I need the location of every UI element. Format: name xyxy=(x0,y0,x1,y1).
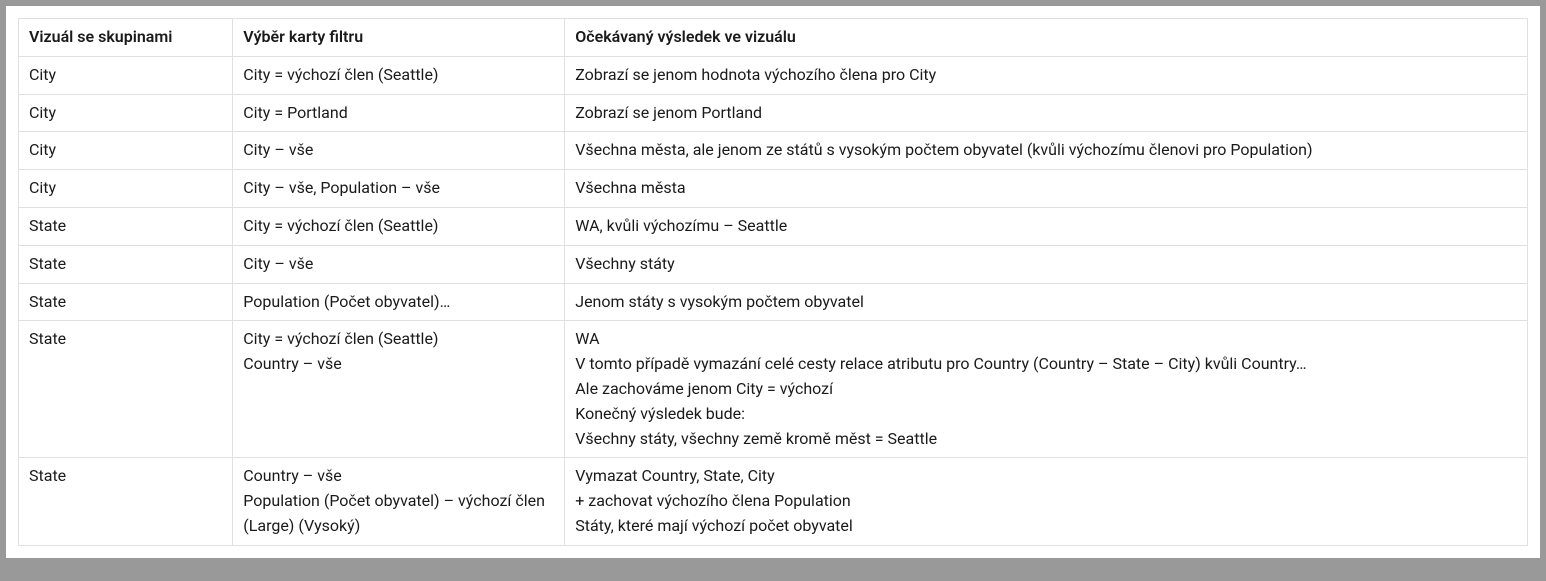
cell-filter: City – vše xyxy=(233,245,565,283)
cell-visual: City xyxy=(19,132,233,170)
cell-filter: City = výchozí člen (Seattle) xyxy=(233,207,565,245)
cell-line: Population (Počet obyvatel) – výchozí čl… xyxy=(243,489,554,539)
cell-filter: Population (Počet obyvatel)… xyxy=(233,283,565,321)
table-body: City City = výchozí člen (Seattle) Zobrazí… xyxy=(19,56,1528,545)
cell-visual: State xyxy=(19,245,233,283)
cell-line: Státy, které mají výchozí počet obyvatel xyxy=(575,514,1517,539)
cell-line: City = výchozí člen (Seattle) xyxy=(243,63,554,88)
cell-filter: City = Portland xyxy=(233,94,565,132)
cell-line: Country – vše xyxy=(243,352,554,377)
cell-result: WA, kvůli výchozímu – Seattle xyxy=(565,207,1528,245)
cell-line: Vymazat Country, State, City xyxy=(575,464,1517,489)
cell-result: Zobrazí se jenom Portland xyxy=(565,94,1528,132)
header-filter: Výběr karty filtru xyxy=(233,19,565,57)
cell-line: Všechny státy xyxy=(575,252,1517,277)
cell-line: City = Portland xyxy=(243,101,554,126)
cell-result: WAV tomto případě vymazání celé cesty re… xyxy=(565,321,1528,458)
cell-line: Všechny státy, všechny země kromě měst =… xyxy=(575,427,1517,452)
cell-result: Všechna města xyxy=(565,170,1528,208)
filter-results-table: Vizuál se skupinami Výběr karty filtru O… xyxy=(18,18,1528,546)
table-row: State City = výchozí člen (Seattle) WA, kv… xyxy=(19,207,1528,245)
table-row: City City – vše Všechna města, ale jenom z… xyxy=(19,132,1528,170)
cell-filter: City = výchozí člen (Seattle)Country – v… xyxy=(233,321,565,458)
cell-line: Všechna města xyxy=(575,176,1517,201)
table-row: State City – vše Všechny státy xyxy=(19,245,1528,283)
cell-visual: State xyxy=(19,207,233,245)
table-row: StateCountry – všePopulation (Počet obyv… xyxy=(19,458,1528,545)
cell-line: V tomto případě vymazání celé cesty rela… xyxy=(575,352,1517,377)
cell-visual: State xyxy=(19,321,233,458)
cell-visual: City xyxy=(19,170,233,208)
cell-line: City = výchozí člen (Seattle) xyxy=(243,327,554,352)
cell-line: Konečný výsledek bude: xyxy=(575,402,1517,427)
cell-line: Zobrazí se jenom Portland xyxy=(575,101,1517,126)
cell-line: Population (Počet obyvatel)… xyxy=(243,290,554,315)
cell-result: Vymazat Country, State, City+ zachovat v… xyxy=(565,458,1528,545)
cell-filter: Country – všePopulation (Počet obyvatel)… xyxy=(233,458,565,545)
cell-visual: City xyxy=(19,56,233,94)
table-row: City City = Portland Zobrazí se jenom Port… xyxy=(19,94,1528,132)
header-result: Očekávaný výsledek ve vizuálu xyxy=(565,19,1528,57)
cell-line: WA xyxy=(575,327,1517,352)
table-row: State Population (Počet obyvatel)… Jenom s… xyxy=(19,283,1528,321)
table-row: StateCity = výchozí člen (Seattle)Countr… xyxy=(19,321,1528,458)
table-header-row: Vizuál se skupinami Výběr karty filtru O… xyxy=(19,19,1528,57)
cell-line: City – vše xyxy=(243,252,554,277)
cell-line: City – vše xyxy=(243,138,554,163)
cell-line: Jenom státy s vysokým počtem obyvatel xyxy=(575,290,1517,315)
cell-result: Zobrazí se jenom hodnota výchozího člena… xyxy=(565,56,1528,94)
cell-line: Ale zachováme jenom City = výchozí xyxy=(575,377,1517,402)
cell-visual: State xyxy=(19,283,233,321)
cell-filter: City = výchozí člen (Seattle) xyxy=(233,56,565,94)
cell-line: City – vše, Population – vše xyxy=(243,176,554,201)
cell-result: Jenom státy s vysokým počtem obyvatel xyxy=(565,283,1528,321)
table-row: City City = výchozí člen (Seattle) Zobrazí… xyxy=(19,56,1528,94)
cell-visual: State xyxy=(19,458,233,545)
cell-line: Zobrazí se jenom hodnota výchozího člena… xyxy=(575,63,1517,88)
cell-line: City = výchozí člen (Seattle) xyxy=(243,214,554,239)
cell-line: WA, kvůli výchozímu – Seattle xyxy=(575,214,1517,239)
table-container: Vizuál se skupinami Výběr karty filtru O… xyxy=(6,6,1540,558)
cell-result: Všechny státy xyxy=(565,245,1528,283)
header-visual: Vizuál se skupinami xyxy=(19,19,233,57)
cell-line: Všechna města, ale jenom ze států s vyso… xyxy=(575,138,1517,163)
cell-visual: City xyxy=(19,94,233,132)
cell-line: + zachovat výchozího člena Population xyxy=(575,489,1517,514)
cell-filter: City – vše xyxy=(233,132,565,170)
cell-line: Country – vše xyxy=(243,464,554,489)
table-row: City City – vše, Population – vše Všechna … xyxy=(19,170,1528,208)
cell-result: Všechna města, ale jenom ze států s vyso… xyxy=(565,132,1528,170)
cell-filter: City – vše, Population – vše xyxy=(233,170,565,208)
